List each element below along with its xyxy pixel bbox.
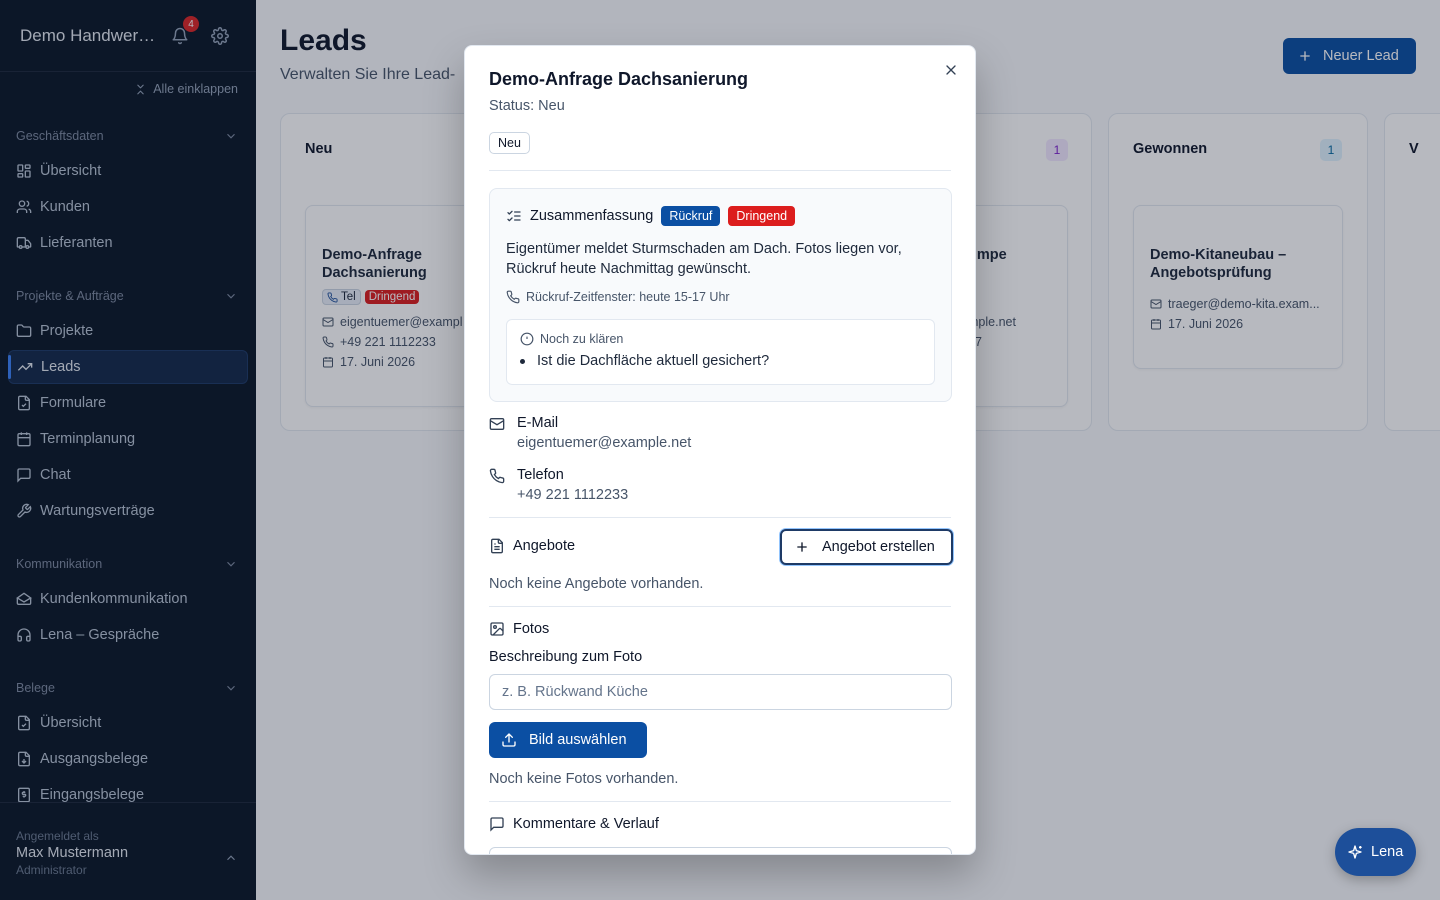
alert-circle-icon <box>520 332 534 346</box>
open-questions-box: Noch zu klären Ist die Dachfläche aktuel… <box>506 319 935 385</box>
choose-image-label: Bild auswählen <box>529 732 627 748</box>
callback-window-text: Rückruf-Zeitfenster: heute 15-17 Uhr <box>526 290 730 304</box>
photos-empty-text: Noch keine Fotos vorhanden. <box>489 771 679 787</box>
lena-assistant-button[interactable]: Lena <box>1335 828 1416 876</box>
urgent-badge: Dringend <box>728 206 796 226</box>
image-icon <box>490 622 504 636</box>
offers-empty-text: Noch keine Angebote vorhanden. <box>489 576 704 592</box>
phone-icon <box>489 468 505 484</box>
open-question-text: Ist die Dachfläche aktuell gesichert? <box>537 353 770 369</box>
mail-icon <box>489 418 505 430</box>
email-label: E-Mail <box>517 415 559 431</box>
create-offer-label: Angebot erstellen <box>822 539 935 555</box>
summary-heading: Zusammenfassung <box>530 208 654 224</box>
chat-icon <box>490 817 504 832</box>
checklist-icon <box>507 210 521 222</box>
summary-panel: Zusammenfassung Rückruf Dringend Eigentü… <box>489 188 952 402</box>
comment-input[interactable] <box>489 847 952 854</box>
status-badge[interactable]: Neu <box>489 132 530 154</box>
upload-icon <box>502 733 516 747</box>
open-questions-header: Noch zu klären <box>520 332 623 346</box>
bullet <box>520 358 525 364</box>
summary-header: Zusammenfassung Rückruf Dringend <box>506 206 796 226</box>
close-icon[interactable] <box>943 62 959 78</box>
dialog-title: Demo-Anfrage Dachsanierung <box>489 69 749 89</box>
list-item: Ist die Dachfläche aktuell gesichert? <box>520 353 769 369</box>
callback-window: Rückruf-Zeitfenster: heute 15-17 Uhr <box>506 290 730 304</box>
photo-description-input[interactable] <box>489 674 952 710</box>
phone-label: Telefon <box>517 467 564 483</box>
create-offer-button[interactable]: Angebot erstellen <box>780 529 953 565</box>
phone-value[interactable]: +49 221 1112233 <box>517 487 628 503</box>
comments-heading: Kommentare & Verlauf <box>513 816 659 832</box>
comments-header: Kommentare & Verlauf <box>489 816 659 832</box>
email-value[interactable]: eigentuemer@example.net <box>517 435 691 451</box>
photos-heading: Fotos <box>513 621 550 637</box>
offers-heading: Angebote <box>513 538 576 554</box>
lead-detail-dialog: Demo-Anfrage Dachsanierung Status: Neu N… <box>464 45 976 855</box>
open-questions-heading: Noch zu klären <box>540 332 624 346</box>
divider <box>489 801 951 802</box>
photos-header: Fotos <box>489 621 549 637</box>
choose-image-button[interactable]: Bild auswählen <box>489 722 647 758</box>
divider <box>489 517 951 518</box>
summary-text: Eigentümer meldet Sturmschaden am Dach. … <box>506 241 902 277</box>
photo-description-label: Beschreibung zum Foto <box>489 649 643 665</box>
email-row: E-Mail eigentuemer@example.net <box>489 415 691 451</box>
phone-row: Telefon +49 221 1112233 <box>489 467 628 503</box>
phone-icon <box>506 290 520 304</box>
sparkle-icon <box>1348 845 1362 859</box>
plus-icon <box>797 542 807 552</box>
divider <box>489 170 951 171</box>
offers-header: Angebote <box>489 538 575 554</box>
callback-badge: Rückruf <box>661 206 721 226</box>
divider <box>489 606 951 607</box>
lena-label: Lena <box>1371 844 1404 860</box>
document-icon <box>491 538 503 554</box>
dialog-status: Status: Neu <box>489 98 565 114</box>
